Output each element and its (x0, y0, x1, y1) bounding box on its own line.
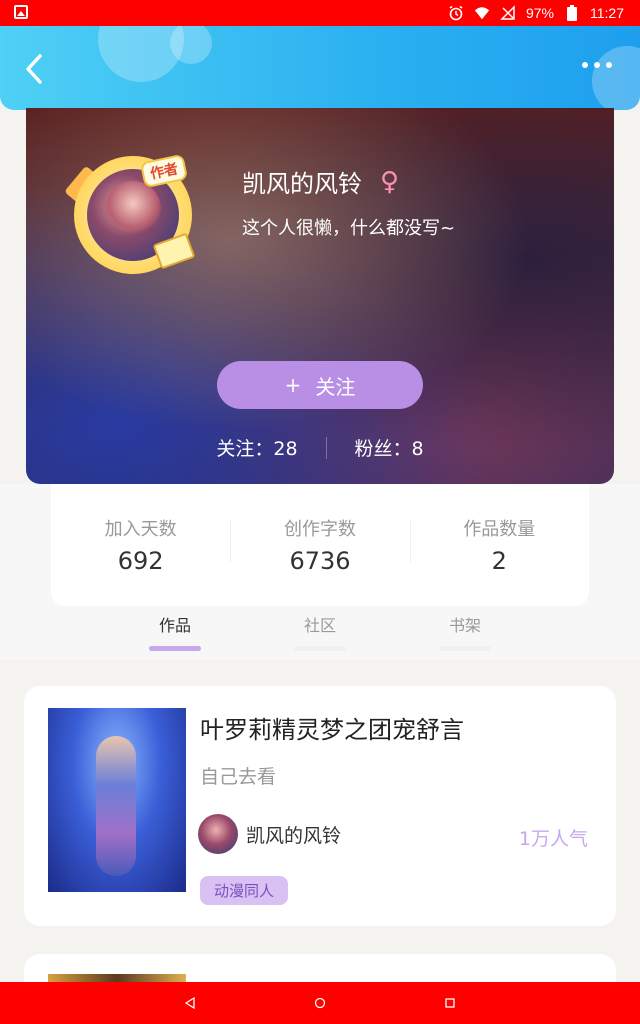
decor-bubble (592, 46, 640, 110)
clock-time: 11:27 (590, 5, 624, 21)
wifi-icon (474, 5, 490, 21)
tab-label: 社区 (303, 616, 336, 635)
follow-label: 关注 (315, 374, 356, 399)
work-subtitle: 自己去看 (200, 766, 277, 788)
status-indicators: 97% 11:27 (448, 0, 624, 26)
follow-button[interactable]: + 关注 (217, 361, 423, 409)
tab-indicator (149, 646, 201, 651)
divider (325, 436, 327, 459)
following-count[interactable]: 关注：28 (216, 434, 297, 461)
author-avatar (198, 814, 238, 854)
no-signal-icon (500, 5, 516, 21)
alarm-icon (448, 5, 464, 21)
tab-label: 作品 (158, 616, 191, 635)
profile-tabs: 作品 社区 书架 (0, 612, 640, 660)
work-cover-image (48, 708, 186, 892)
username-row: 凯风的风铃 ♀ (242, 164, 399, 199)
stat-label: 加入天数 (104, 519, 177, 540)
circle-home-icon (314, 997, 326, 1009)
profile-hero: 作者 凯风的风铃 ♀ 这个人很懒，什么都没写~ + 关注 关注：28 粉丝：8 (26, 108, 614, 484)
work-popularity: 1万人气 (518, 828, 588, 850)
tab-indicator (294, 646, 346, 651)
genre-tag: 动漫同人 (200, 876, 289, 905)
bio: 这个人很懒，什么都没写~ (242, 218, 456, 239)
decor-bubble (170, 26, 212, 64)
square-recents-icon (445, 998, 455, 1008)
nav-back-button[interactable] (183, 996, 197, 1010)
tab-works[interactable]: 作品 (135, 612, 215, 651)
battery-percent: 97% (525, 5, 554, 21)
tab-indicator (439, 646, 491, 651)
stat-join-days: 加入天数 692 (51, 484, 230, 606)
status-bar: 97% 11:27 (0, 0, 640, 26)
stat-value: 692 (117, 547, 164, 575)
tab-community[interactable]: 社区 (280, 612, 360, 651)
followers-count[interactable]: 粉丝：8 (355, 434, 424, 461)
female-icon: ♀ (380, 166, 400, 197)
top-header (0, 26, 640, 110)
system-nav-bar (0, 982, 640, 1024)
more-button[interactable] (582, 62, 612, 68)
stat-works-count: 作品数量 2 (409, 484, 589, 606)
triangle-back-icon (185, 997, 195, 1009)
stat-word-count: 创作字数 6736 (230, 484, 409, 606)
stats-card: 加入天数 692 创作字数 6736 作品数量 2 (51, 484, 589, 606)
work-card[interactable]: 叶罗莉精灵梦之团宠舒言 自己去看 凯风的风铃 1万人气 动漫同人 (24, 686, 616, 926)
more-dots-icon (582, 62, 588, 68)
image-notification-icon (14, 5, 28, 19)
follow-stats: 关注：28 粉丝：8 (26, 434, 614, 461)
author-name: 凯风的风铃 (246, 824, 342, 847)
nav-home-button[interactable] (313, 996, 327, 1010)
battery-icon (564, 5, 580, 21)
back-button[interactable] (22, 52, 48, 86)
tab-label: 书架 (448, 616, 481, 635)
work-title: 叶罗莉精灵梦之团宠舒言 (200, 716, 464, 744)
nav-recents-button[interactable] (443, 996, 457, 1010)
stat-label: 作品数量 (463, 519, 536, 540)
plus-icon: + (284, 373, 302, 397)
stat-label: 创作字数 (283, 519, 356, 540)
stat-value: 2 (491, 547, 507, 575)
stat-value: 6736 (289, 547, 351, 575)
tab-bookshelf[interactable]: 书架 (425, 612, 505, 651)
work-author: 凯风的风铃 (198, 814, 341, 854)
chevron-left-icon (26, 54, 42, 84)
username: 凯风的风铃 (242, 170, 362, 198)
